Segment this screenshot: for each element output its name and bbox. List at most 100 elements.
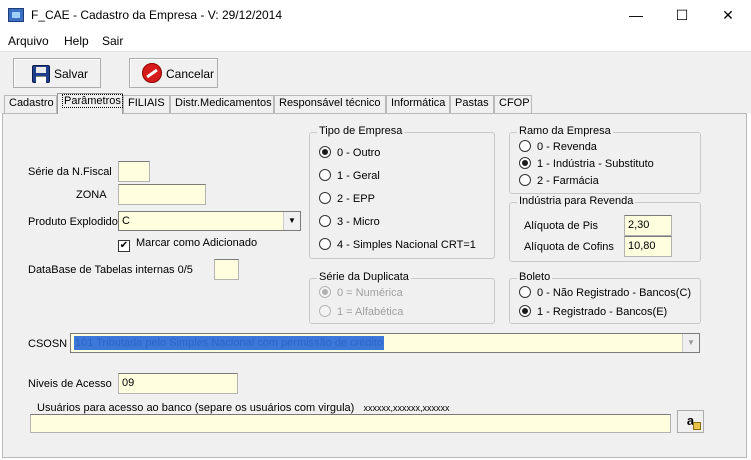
chevron-down-icon[interactable]: ▼ bbox=[283, 212, 300, 230]
tab-label: Responsável técnico bbox=[279, 97, 381, 109]
chevron-down-icon[interactable]: ▼ bbox=[682, 334, 699, 352]
produto-explodido-value: C bbox=[122, 215, 130, 227]
search-button[interactable]: a bbox=[677, 410, 704, 433]
niveis-label: Niveis de Acesso bbox=[28, 378, 112, 390]
app-icon[interactable] bbox=[8, 8, 24, 22]
serie-nf-field[interactable] bbox=[118, 161, 150, 182]
tipo-empresa-group: Tipo de Empresa 0 - Outro 1 - Geral 2 - … bbox=[309, 125, 495, 259]
tipo-empresa-option-3[interactable]: 3 - Micro bbox=[319, 215, 380, 228]
tab-cfop[interactable]: CFOP bbox=[494, 95, 532, 113]
radio-icon[interactable] bbox=[319, 238, 331, 250]
option-label: 2 - EPP bbox=[337, 193, 375, 205]
tab-label: CFOP bbox=[499, 97, 530, 109]
tipo-empresa-option-4[interactable]: 4 - Simples Nacional CRT=1 bbox=[319, 238, 476, 251]
option-label: 2 - Farmácia bbox=[537, 175, 599, 187]
database-field[interactable] bbox=[214, 259, 239, 280]
option-label: 1 - Registrado - Bancos(E) bbox=[537, 306, 668, 318]
menu-arquivo[interactable]: Arquivo bbox=[8, 34, 49, 48]
ramo-empresa-option-2[interactable]: 2 - Farmácia bbox=[519, 174, 599, 187]
serie-duplicata-option-1[interactable]: 1 = Alfabética bbox=[319, 305, 403, 318]
save-button-label: Salvar bbox=[54, 67, 89, 81]
niveis-field[interactable]: 09 bbox=[118, 373, 238, 394]
tab-informatica[interactable]: Informática bbox=[386, 95, 450, 113]
radio-icon[interactable] bbox=[519, 305, 531, 317]
option-label: 0 - Não Registrado - Bancos(C) bbox=[537, 287, 692, 299]
serie-duplicata-group: Série da Duplicata 0 = Numérica 1 = Alfa… bbox=[309, 271, 495, 324]
produto-explodido-label: Produto Explodido bbox=[28, 216, 118, 228]
pencil-icon bbox=[693, 422, 701, 430]
close-button[interactable]: ✕ bbox=[705, 0, 751, 31]
csosn-value: 101 Tributada pelo Simples Nacional com … bbox=[74, 336, 385, 350]
tab-label: Cadastro bbox=[9, 97, 54, 109]
maximize-button[interactable]: ☐ bbox=[659, 0, 705, 31]
csosn-label: CSOSN bbox=[28, 338, 68, 350]
cofins-field[interactable]: 10,80 bbox=[624, 236, 672, 257]
boleto-option-1[interactable]: 1 - Registrado - Bancos(E) bbox=[519, 305, 667, 318]
window-title: F_CAE - Cadastro da Empresa - V: 29/12/2… bbox=[31, 8, 283, 22]
tab-label: Pastas bbox=[455, 97, 489, 109]
usuarios-example: xxxxxx,xxxxxx,xxxxxx bbox=[363, 403, 450, 413]
option-label: 3 - Micro bbox=[337, 216, 380, 228]
tab-bar: Cadastro Parâmetros FILIAIS Distr.Medica… bbox=[0, 93, 751, 114]
radio-icon[interactable] bbox=[519, 140, 531, 152]
tipo-empresa-option-0[interactable]: 0 - Outro bbox=[319, 146, 380, 159]
boleto-option-0[interactable]: 0 - Não Registrado - Bancos(C) bbox=[519, 286, 691, 299]
zona-field[interactable] bbox=[118, 184, 206, 205]
option-label: 0 = Numérica bbox=[337, 287, 403, 299]
csosn-select[interactable]: 101 Tributada pelo Simples Nacional com … bbox=[70, 333, 700, 353]
tab-parametros[interactable]: Parâmetros bbox=[57, 93, 123, 114]
radio-icon[interactable] bbox=[319, 146, 331, 158]
menu-bar: Arquivo Help Sair bbox=[0, 31, 751, 51]
radio-icon[interactable] bbox=[319, 305, 331, 317]
cofins-label: Alíquota de Cofins bbox=[524, 241, 614, 253]
industria-revenda-title: Indústria para Revenda bbox=[517, 195, 636, 207]
boleto-group: Boleto 0 - Não Registrado - Bancos(C) 1 … bbox=[509, 271, 701, 324]
floppy-disk-icon bbox=[32, 65, 50, 83]
ramo-empresa-title: Ramo da Empresa bbox=[517, 125, 613, 137]
tab-pastas[interactable]: Pastas bbox=[450, 95, 494, 113]
usuarios-field[interactable] bbox=[30, 414, 671, 433]
title-bar: F_CAE - Cadastro da Empresa - V: 29/12/2… bbox=[0, 0, 751, 31]
marcar-adicionado-row[interactable]: ✔ Marcar como Adicionado bbox=[118, 237, 257, 252]
minimize-button[interactable]: — bbox=[613, 0, 659, 31]
radio-icon[interactable] bbox=[519, 174, 531, 186]
option-label: 1 - Indústria - Substituto bbox=[537, 158, 654, 170]
serie-duplicata-option-0[interactable]: 0 = Numérica bbox=[319, 286, 403, 299]
produto-explodido-select[interactable]: C ▼ bbox=[118, 211, 301, 231]
menu-help[interactable]: Help bbox=[64, 34, 89, 48]
boleto-title: Boleto bbox=[517, 271, 553, 283]
ramo-empresa-option-0[interactable]: 0 - Revenda bbox=[519, 140, 597, 153]
option-label: 0 - Revenda bbox=[537, 141, 597, 153]
serie-duplicata-title: Série da Duplicata bbox=[317, 271, 411, 283]
tab-filiais[interactable]: FILIAIS bbox=[123, 95, 170, 113]
tab-label: Distr.Medicamentos bbox=[175, 97, 272, 109]
database-label: DataBase de Tabelas internas 0/5 bbox=[28, 264, 193, 276]
cancel-button[interactable]: Cancelar bbox=[129, 58, 218, 88]
industria-revenda-group: Indústria para Revenda Alíquota de Pis 2… bbox=[509, 195, 701, 262]
tab-label: Parâmetros bbox=[62, 94, 123, 108]
tab-distr-medicamentos[interactable]: Distr.Medicamentos bbox=[170, 95, 274, 113]
marcar-adicionado-label: Marcar como Adicionado bbox=[136, 237, 258, 249]
radio-icon[interactable] bbox=[319, 215, 331, 227]
radio-icon[interactable] bbox=[319, 192, 331, 204]
radio-icon[interactable] bbox=[319, 169, 331, 181]
ramo-empresa-option-1[interactable]: 1 - Indústria - Substituto bbox=[519, 157, 654, 170]
radio-icon[interactable] bbox=[519, 157, 531, 169]
tab-label: Informática bbox=[391, 97, 446, 109]
radio-icon[interactable] bbox=[519, 286, 531, 298]
menu-sair[interactable]: Sair bbox=[102, 34, 123, 48]
tipo-empresa-option-2[interactable]: 2 - EPP bbox=[319, 192, 375, 205]
tipo-empresa-option-1[interactable]: 1 - Geral bbox=[319, 169, 380, 182]
cancel-button-label: Cancelar bbox=[166, 67, 215, 81]
parametros-panel: Série da N.Fiscal ZONA Produto Explodido… bbox=[2, 113, 747, 458]
pis-field[interactable]: 2,30 bbox=[624, 215, 672, 236]
radio-icon[interactable] bbox=[319, 286, 331, 298]
save-button[interactable]: Salvar bbox=[13, 58, 101, 88]
tab-cadastro[interactable]: Cadastro bbox=[4, 95, 57, 113]
option-label: 4 - Simples Nacional CRT=1 bbox=[337, 239, 476, 251]
tab-responsavel-tecnico[interactable]: Responsável técnico bbox=[274, 95, 386, 113]
marcar-adicionado-checkbox[interactable]: ✔ bbox=[118, 240, 130, 252]
toolbar: Salvar Cancelar bbox=[0, 51, 751, 93]
tipo-empresa-title: Tipo de Empresa bbox=[317, 125, 405, 137]
tab-label: FILIAIS bbox=[128, 97, 165, 109]
